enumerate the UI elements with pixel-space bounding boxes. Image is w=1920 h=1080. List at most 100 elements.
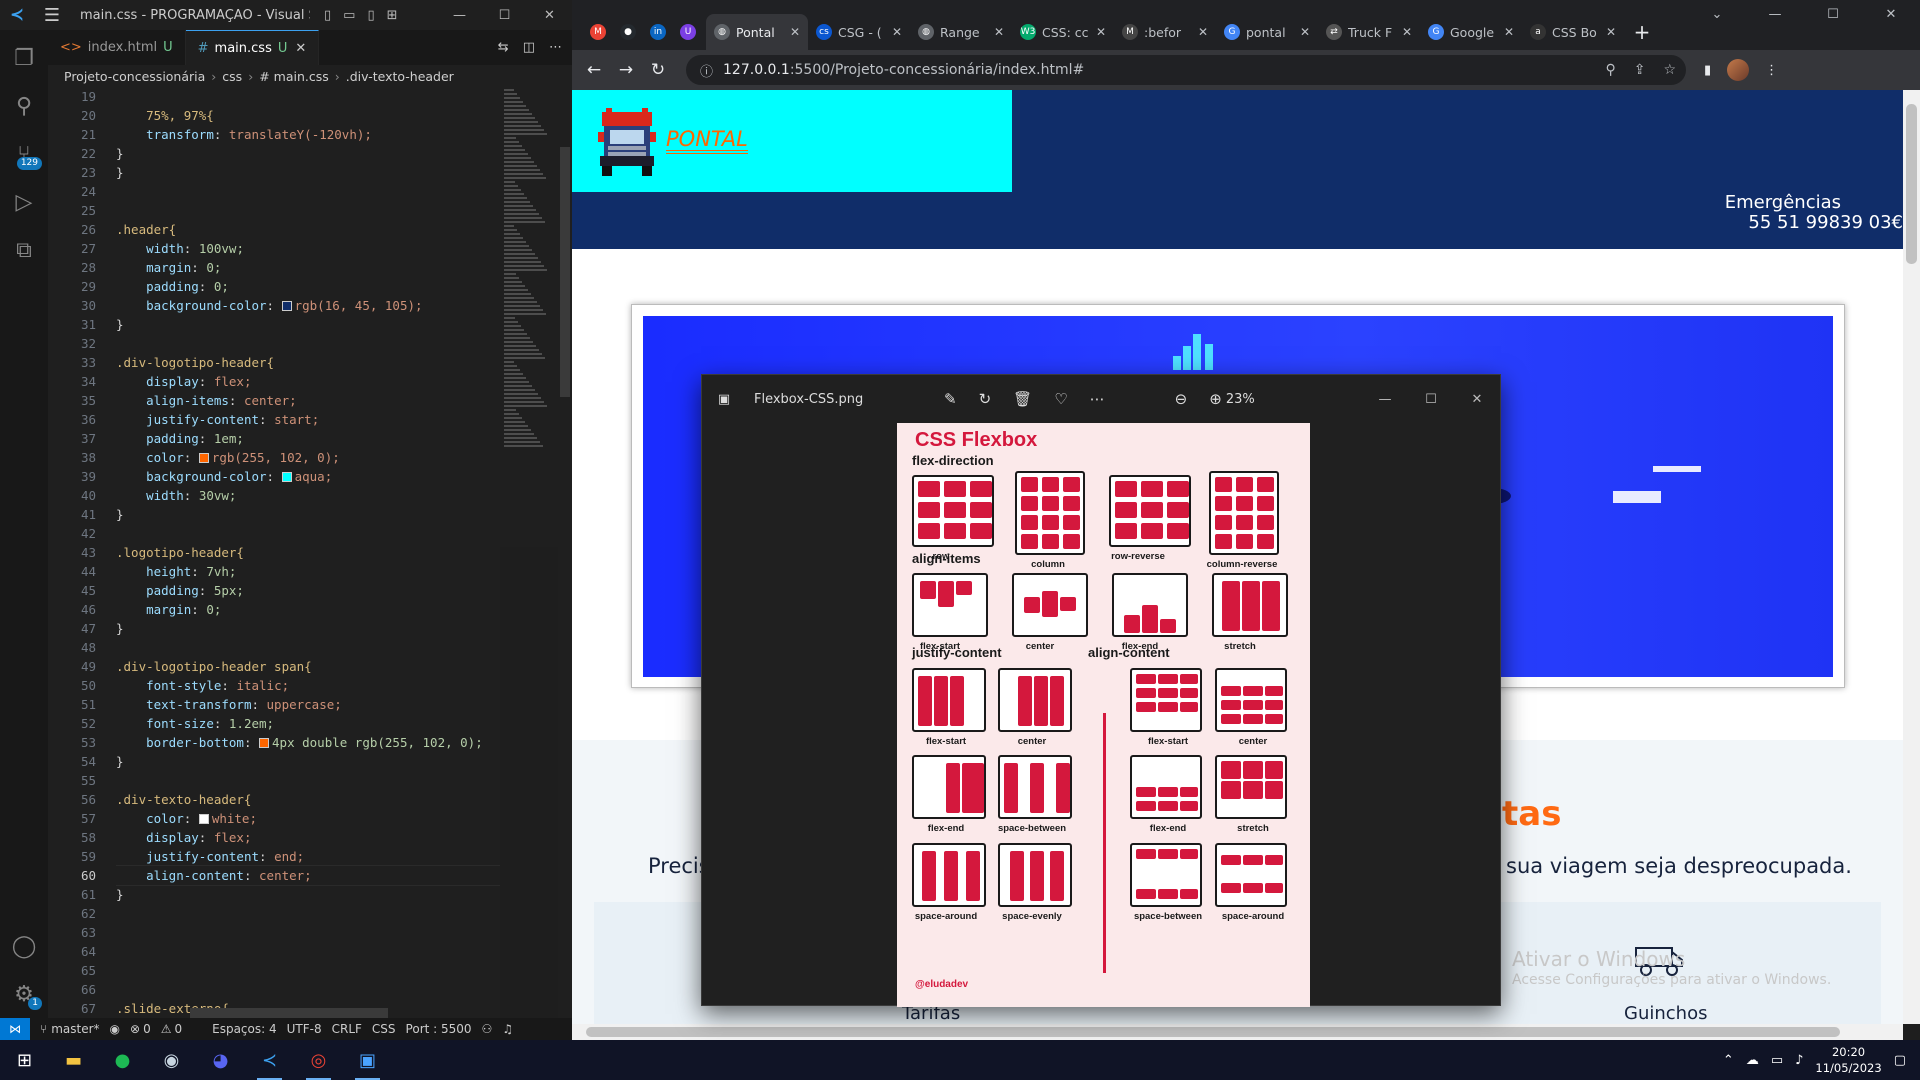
clock[interactable]: 20:20 11/05/2023 [1815, 1044, 1881, 1076]
toggle-primary-sidebar-icon[interactable]: ▯ [324, 8, 331, 23]
breadcrumb-item[interactable]: Projeto-concessionária [64, 69, 205, 84]
code-line[interactable]: padding: 0; [116, 277, 500, 296]
browser-tab-close-icon[interactable]: ✕ [1096, 25, 1106, 39]
editor-vertical-scrollbar[interactable] [558, 87, 572, 1019]
indentation[interactable]: Espaços: 4 [212, 1022, 277, 1036]
code-line[interactable]: background-color: rgb(16, 45, 105); [116, 296, 500, 315]
side-panel-icon[interactable]: ▮ [1704, 63, 1711, 78]
live-server-port[interactable]: Port : 5500 [406, 1022, 472, 1036]
code-line[interactable]: } [116, 144, 500, 163]
code-line[interactable]: } [116, 505, 500, 524]
browser-tab-close-icon[interactable]: ✕ [1198, 25, 1208, 39]
source-control-icon[interactable]: ⑂ 129 [0, 134, 48, 174]
browser-tab[interactable]: ⇄ Truck F ✕ [1318, 14, 1420, 50]
file-explorer-icon[interactable]: ▬ [49, 1040, 98, 1080]
new-tab-icon[interactable]: + [1624, 14, 1660, 50]
code-line[interactable]: transform: translateY(-120vh); [116, 125, 500, 144]
code-line[interactable]: border-bottom: 4px double rgb(255, 102, … [116, 733, 500, 752]
run-debug-icon[interactable]: ▷ [0, 182, 48, 222]
code-line[interactable] [116, 334, 500, 353]
code-line[interactable]: padding: 5px; [116, 581, 500, 600]
maximize-icon[interactable]: ☐ [482, 8, 527, 23]
code-line[interactable] [116, 980, 500, 999]
browser-tab[interactable]: W3 CSS: cc ✕ [1012, 14, 1114, 50]
code-line[interactable]: } [116, 163, 500, 182]
breadcrumb-item[interactable]: .div-texto-header [346, 69, 454, 84]
code-line[interactable]: display: flex; [116, 828, 500, 847]
profile-avatar[interactable] [1727, 59, 1750, 81]
reload-icon[interactable]: ↻ [642, 60, 674, 80]
steam-icon[interactable]: ◉ [147, 1040, 196, 1080]
errors-count[interactable]: 0 [143, 1022, 151, 1036]
code-line[interactable] [116, 923, 500, 942]
zoom-level[interactable]: 23% [1226, 392, 1255, 407]
breadcrumb-item[interactable]: # main.css [259, 69, 329, 84]
browser-tab-close-icon[interactable]: ✕ [1300, 25, 1310, 39]
zoom-icon[interactable]: ⚲ [1605, 62, 1615, 78]
address-bar[interactable]: ⓘ 127.0.0.1 :5500/Projeto-concessionária… [686, 55, 1686, 85]
code-line[interactable]: color: rgb(255, 102, 0); [116, 448, 500, 467]
code-line[interactable]: align-items: center; [116, 391, 500, 410]
line-endings[interactable]: CRLF [332, 1022, 362, 1036]
warnings-count[interactable]: 0 [174, 1022, 182, 1036]
delete-icon[interactable]: 🗑 [1013, 390, 1032, 408]
code-line[interactable]: width: 100vw; [116, 239, 500, 258]
site-info-icon[interactable]: ⓘ [700, 61, 713, 80]
code-line[interactable] [116, 961, 500, 980]
code-line[interactable]: justify-content: end; [116, 847, 500, 866]
customize-layout-icon[interactable]: ⊞ [387, 8, 398, 23]
tray-overflow-icon[interactable]: ⌃ [1723, 1053, 1734, 1068]
code-line[interactable] [116, 638, 500, 657]
photos-minimize-icon[interactable]: — [1362, 392, 1408, 407]
search-icon[interactable]: ⚲ [0, 86, 48, 126]
chrome-icon[interactable]: ◎ [294, 1040, 343, 1080]
breadcrumb-item[interactable]: css [222, 69, 242, 84]
encoding[interactable]: UTF-8 [287, 1022, 322, 1036]
photos-icon[interactable]: ▣ [343, 1040, 392, 1080]
code-line[interactable]: display: flex; [116, 372, 500, 391]
browser-tab[interactable]: G Google ✕ [1420, 14, 1522, 50]
menu-hamburger-icon[interactable]: ☰ [34, 5, 70, 26]
vscode-icon[interactable]: ≺ [245, 1040, 294, 1080]
code-line[interactable]: align-content: center; [116, 865, 500, 886]
browser-minimize-icon[interactable]: — [1746, 0, 1804, 30]
code-editor[interactable]: 19 20 21 22 23 24 25 26 27 28 29 30 31 32 33 34 35 36 37 38… [48, 87, 500, 1019]
tab-main-css[interactable]: # main.css U ✕ [185, 30, 320, 65]
volume-icon[interactable]: ♪ [1795, 1053, 1803, 1068]
code-line[interactable]: .div-logotipo-header{ [116, 353, 500, 372]
share-icon[interactable]: ⇪ [1634, 62, 1646, 78]
browser-close-icon[interactable]: ✕ [1862, 0, 1920, 30]
code-line[interactable] [116, 87, 500, 106]
color-swatch[interactable] [259, 738, 270, 748]
code-line[interactable]: .div-logotipo-header span{ [116, 657, 500, 676]
card-guinchos[interactable]: Guinchos [1624, 1003, 1707, 1024]
more-actions-icon[interactable]: ⋯ [549, 40, 562, 55]
bookmark-star-icon[interactable]: ☆ [1663, 62, 1676, 78]
browser-tab[interactable]: in [646, 14, 676, 50]
favorite-heart-icon[interactable]: ♡ [1054, 390, 1067, 408]
code-line[interactable]: height: 7vh; [116, 562, 500, 581]
open-changes-icon[interactable]: ⇆ [498, 40, 509, 55]
browser-tab[interactable]: Gpontal ✕ [1216, 14, 1318, 50]
spotify-icon[interactable]: ● [98, 1040, 147, 1080]
code-line[interactable]: background-color: aqua; [116, 467, 500, 486]
code-line[interactable]: margin: 0; [116, 258, 500, 277]
logo-container[interactable]: PONTAL [572, 90, 1012, 192]
zoom-out-icon[interactable]: ⊖ [1175, 390, 1188, 408]
color-swatch[interactable] [198, 453, 209, 463]
settings-gear-icon[interactable]: ⚙ 1 [0, 974, 48, 1014]
code-line[interactable]: 75%, 97%{ [116, 106, 500, 125]
edit-image-icon[interactable]: ✎ [944, 390, 957, 408]
code-line[interactable]: margin: 0; [116, 600, 500, 619]
code-text[interactable]: 75%, 97%{ transform: translateY(-120vh);… [116, 87, 500, 1019]
code-line[interactable]: font-style: italic; [116, 676, 500, 695]
forward-icon[interactable]: → [610, 60, 642, 80]
code-line[interactable]: } [116, 315, 500, 334]
code-line[interactable]: } [116, 619, 500, 638]
explorer-icon[interactable]: ❐ [0, 38, 48, 78]
onedrive-icon[interactable]: ☁ [1746, 1053, 1759, 1068]
code-line[interactable]: .header{ [116, 220, 500, 239]
language-mode[interactable]: CSS [372, 1022, 396, 1036]
rotate-icon[interactable]: ↻ [979, 390, 992, 408]
chrome-menu-icon[interactable]: ⋮ [1765, 63, 1778, 78]
